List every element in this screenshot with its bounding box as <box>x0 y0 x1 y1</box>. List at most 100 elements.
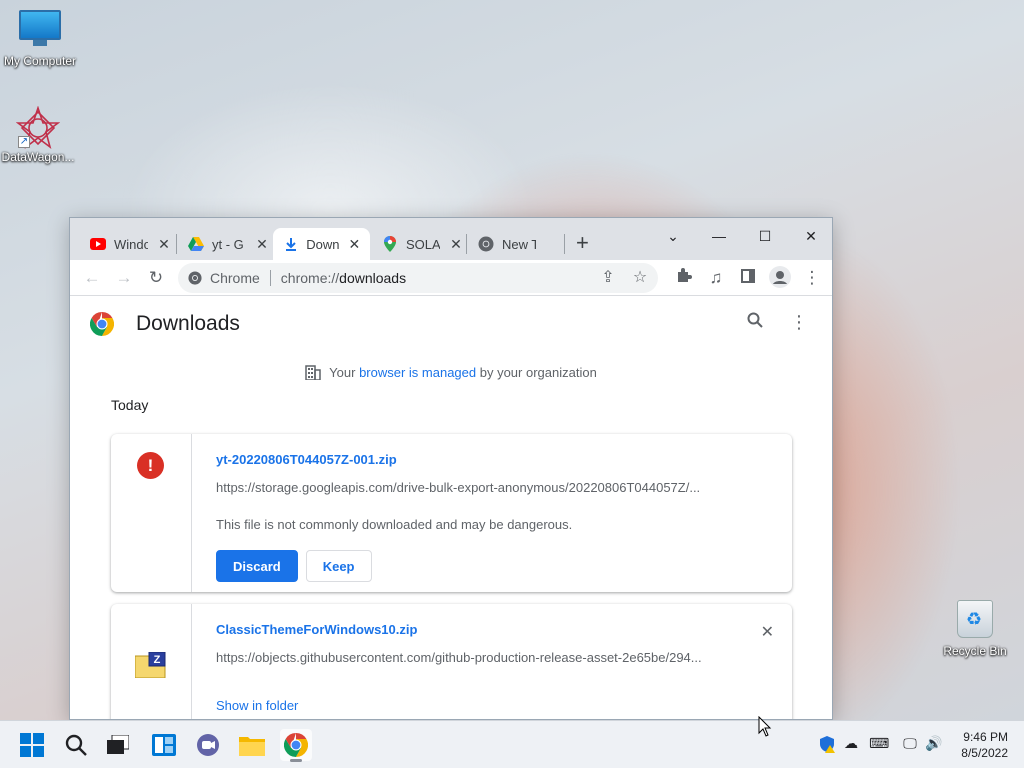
download-source-url[interactable]: https://objects.githubusercontent.com/gi… <box>216 650 711 665</box>
widgets-icon <box>152 734 176 756</box>
tab-separator <box>564 234 565 254</box>
computer-icon <box>18 10 62 50</box>
downloads-header: Downloads ⋮ <box>70 296 832 352</box>
svg-text:Z: Z <box>154 654 161 666</box>
clock-date: 8/5/2022 <box>961 746 1008 760</box>
remove-download-close-icon[interactable]: ✕ <box>761 622 774 642</box>
download-item-body: ClassicThemeForWindows10.zip https://obj… <box>216 604 772 713</box>
network-icon[interactable]: 🖵 <box>900 735 920 752</box>
reload-icon[interactable]: ↻ <box>144 266 168 290</box>
desktop-icon-label: Recycle Bin <box>943 644 1007 658</box>
tab-strip: Windo ✕ yt - G ✕ Down ✕ SOLA ✕ New T + ⌄… <box>70 218 832 260</box>
tab-separator <box>176 234 177 254</box>
danger-warning-icon: ! <box>137 452 164 479</box>
download-item-icon-column: Z <box>111 604 192 719</box>
tab-title: Windo <box>114 236 148 252</box>
tab-separator <box>466 234 467 254</box>
folder-icon <box>239 737 265 756</box>
chrome-taskbar-button[interactable] <box>280 729 312 762</box>
youtube-icon <box>90 236 106 252</box>
minimize-button[interactable]: — <box>696 222 742 250</box>
file-explorer-button[interactable] <box>236 729 268 761</box>
page-title: Downloads <box>136 312 240 335</box>
tab-title: Down <box>306 236 339 252</box>
download-item-icon-column: ! <box>111 434 192 592</box>
tab-close-icon[interactable]: ✕ <box>347 236 362 253</box>
start-button[interactable] <box>16 729 48 761</box>
discard-button[interactable]: Discard <box>216 550 298 582</box>
system-clock[interactable]: 9:46 PM 8/5/2022 <box>961 729 1008 761</box>
url-scheme: chrome:// <box>280 270 340 286</box>
download-item-body: yt-20220806T044057Z-001.zip https://stor… <box>216 434 772 582</box>
search-icon <box>65 734 87 756</box>
more-options-icon[interactable]: ⋮ <box>787 312 811 333</box>
site-chip-label: Chrome <box>210 270 260 286</box>
tab-close-icon[interactable]: ✕ <box>254 236 270 253</box>
managed-link[interactable]: browser is managed <box>359 365 476 380</box>
onedrive-offline-icon[interactable]: ☁ <box>841 735 861 752</box>
url-text[interactable]: chrome://downloads <box>281 270 406 286</box>
bookmark-star-icon[interactable]: ☆ <box>628 266 652 290</box>
tab-google-drive[interactable]: yt - G ✕ <box>178 228 278 260</box>
download-source-url[interactable]: https://storage.googleapis.com/drive-bul… <box>216 480 711 495</box>
back-arrow-icon[interactable]: ← <box>80 266 104 290</box>
tab-downloads[interactable]: Down ✕ <box>273 228 370 260</box>
tab-title: SOLA <box>406 236 440 252</box>
url-path: downloads <box>339 270 407 286</box>
section-date-label: Today <box>111 397 149 413</box>
tab-close-icon[interactable]: ✕ <box>448 236 464 253</box>
defender-warning-icon[interactable] <box>817 735 837 756</box>
extensions-puzzle-icon[interactable] <box>672 266 696 290</box>
managed-suffix: by your organization <box>476 365 597 380</box>
managed-prefix: Your <box>329 365 360 380</box>
managed-notice: Your browser is managed by your organiza… <box>70 365 832 380</box>
download-icon <box>283 236 298 252</box>
keep-button[interactable]: Keep <box>305 550 372 582</box>
search-taskbar-button[interactable] <box>60 729 92 761</box>
volume-icon[interactable]: 🔊 <box>924 735 944 752</box>
side-panel-icon[interactable] <box>736 266 760 290</box>
desktop-icon-label: DataWagon... <box>1 150 75 164</box>
keyboard-icon[interactable]: ⌨ <box>869 735 889 752</box>
mouse-pointer-icon <box>758 716 772 737</box>
windows-logo-icon <box>20 733 44 757</box>
tab-google-maps[interactable]: SOLA ✕ <box>372 228 472 260</box>
zip-file-icon: Z <box>135 652 166 678</box>
share-icon[interactable]: ⇪ <box>596 266 620 290</box>
tab-close-icon[interactable]: ✕ <box>156 236 172 253</box>
tab-new-tab[interactable]: New T <box>468 228 544 260</box>
chrome-window: Windo ✕ yt - G ✕ Down ✕ SOLA ✕ New T + ⌄… <box>69 217 833 720</box>
site-chip[interactable]: Chrome <box>178 270 260 286</box>
desktop-icon-my-computer[interactable]: My Computer <box>0 10 80 68</box>
datawagon-icon: ↗ <box>15 105 61 150</box>
google-maps-icon <box>382 236 398 252</box>
widgets-button[interactable] <box>148 729 180 761</box>
taskbar: ☁ ⌨ 🖵 🔊 9:46 PM 8/5/2022 <box>0 720 1024 768</box>
teams-chat-button[interactable] <box>192 729 224 761</box>
download-filename[interactable]: ClassicThemeForWindows10.zip <box>216 622 772 637</box>
download-filename[interactable]: yt-20220806T044057Z-001.zip <box>216 452 772 467</box>
task-view-button[interactable] <box>102 729 134 761</box>
show-in-folder-link[interactable]: Show in folder <box>216 698 772 713</box>
forward-arrow-icon[interactable]: → <box>112 266 136 290</box>
download-item-dangerous: ! yt-20220806T044057Z-001.zip https://st… <box>111 434 792 592</box>
maximize-button[interactable]: ☐ <box>742 222 788 250</box>
omnibox-divider <box>269 270 271 286</box>
tab-title: New T <box>502 236 536 252</box>
search-icon[interactable] <box>743 312 767 333</box>
address-bar[interactable]: Chrome chrome://downloads ⇪ ☆ <box>178 263 658 293</box>
close-window-button[interactable]: ✕ <box>788 222 832 250</box>
media-control-icon[interactable]: ♫ <box>704 266 728 290</box>
tab-search-chevron-icon[interactable]: ⌄ <box>650 222 696 250</box>
task-view-icon <box>107 735 129 754</box>
downloads-page: Downloads ⋮ Your browser is managed by y… <box>70 296 832 719</box>
tab-youtube[interactable]: Windo ✕ <box>80 228 180 260</box>
desktop-icon-datawagon[interactable]: ↗ DataWagon... <box>0 105 78 164</box>
new-tab-button[interactable]: + <box>576 232 589 254</box>
chrome-menu-icon[interactable]: ⋮ <box>800 266 824 290</box>
clock-time: 9:46 PM <box>963 730 1008 744</box>
chat-icon <box>197 734 219 756</box>
desktop-icon-recycle-bin[interactable]: ♻ Recycle Bin <box>935 600 1015 658</box>
profile-avatar[interactable] <box>768 266 792 290</box>
chrome-icon <box>478 236 494 252</box>
